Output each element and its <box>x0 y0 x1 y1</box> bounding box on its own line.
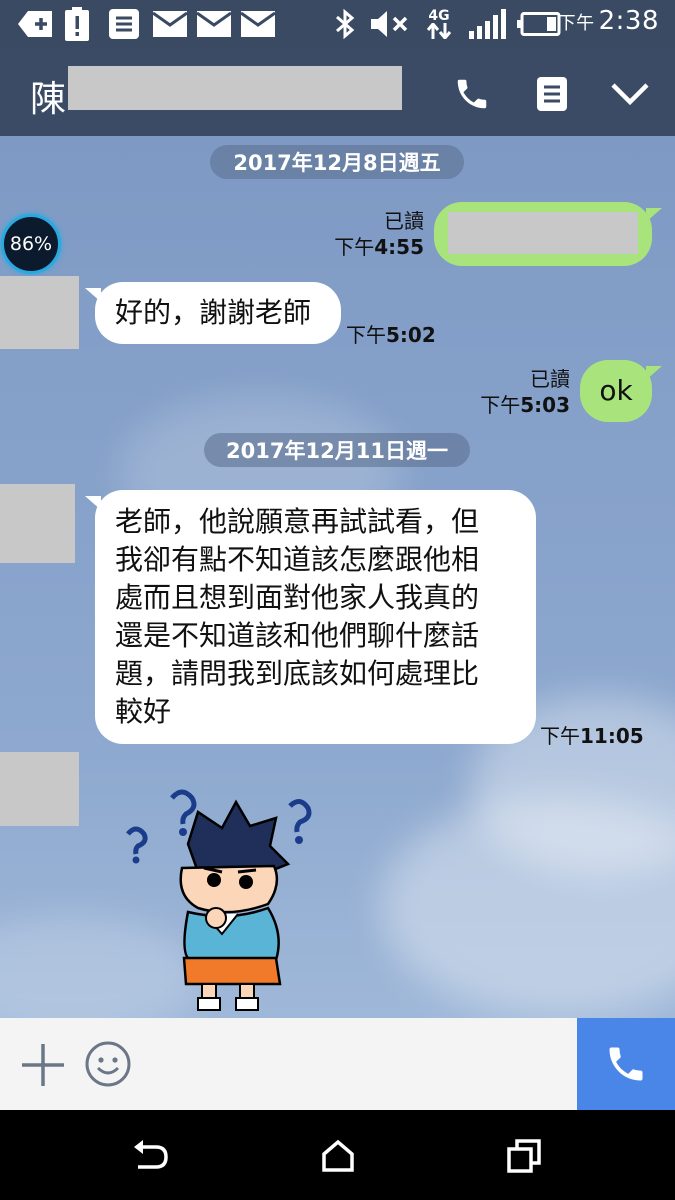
badge-percent: 86% <box>9 233 53 255</box>
message-line: 題，請問我到底該如何處理比 <box>115 657 480 690</box>
message-time: 5:02 <box>386 323 436 347</box>
back-icon <box>134 1140 168 1169</box>
sticker-button[interactable] <box>84 1040 132 1088</box>
read-receipt: 已讀 <box>384 209 424 233</box>
message-text: 好的，謝謝老師 <box>115 296 312 329</box>
date-separator: 2017年12月11日週一 <box>204 433 470 467</box>
volume-muted-icon <box>370 8 410 40</box>
message-input-bar <box>0 1018 675 1110</box>
outgoing-message-bubble[interactable]: ok <box>580 360 662 422</box>
redacted-name-block <box>68 66 402 110</box>
alert-battery-icon <box>64 7 90 41</box>
notes-icon <box>537 77 567 111</box>
message-line: 還是不知道該和他們聊什麼話 <box>115 619 480 652</box>
chat-header: 陳 <box>0 48 675 136</box>
chat-area[interactable]: 2017年12月8日週五 86% 已讀 下午4:55 好的，謝謝老師 下午5:0… <box>0 136 675 1018</box>
status-bar: 4G 下午 2:38 <box>0 0 675 48</box>
expand-menu-button[interactable] <box>608 72 652 116</box>
time-period: 下午 <box>480 393 521 417</box>
home-button[interactable] <box>314 1132 362 1180</box>
bluetooth-icon <box>334 8 356 40</box>
recent-apps-button[interactable] <box>500 1132 548 1180</box>
clock: 下午 2:38 <box>558 6 659 36</box>
mail-icon <box>240 8 276 40</box>
notes-button[interactable] <box>530 72 574 116</box>
home-icon <box>322 1139 354 1172</box>
message-time: 4:55 <box>374 235 424 259</box>
time-period: 下午 <box>334 235 375 259</box>
message-meta: 下午11:05 <box>540 723 650 749</box>
add-attachment-button[interactable] <box>20 1042 66 1088</box>
contact-avatar[interactable] <box>0 752 79 826</box>
phone-icon <box>609 1047 643 1081</box>
mail-icon <box>196 8 232 40</box>
contact-avatar[interactable] <box>0 276 79 349</box>
message-text: ok <box>599 374 633 407</box>
message-line: 處而且想到面對他家人我真的 <box>115 581 480 614</box>
signal-icon <box>468 8 508 40</box>
message-line: 老師，他說願意再試試看，但 <box>115 505 480 538</box>
emoji-icon <box>85 1041 131 1087</box>
phone-icon <box>457 79 487 109</box>
message-meta: 已讀 下午4:55 <box>320 208 424 260</box>
message-line: 較好 <box>115 695 172 728</box>
read-receipt: 已讀 <box>530 367 570 391</box>
add-notification-icon <box>18 8 52 40</box>
incoming-message-bubble[interactable]: 好的，謝謝老師 <box>85 282 341 344</box>
time-period: 下午 <box>540 724 580 748</box>
system-nav-bar <box>0 1110 675 1200</box>
chevron-down-icon <box>611 83 649 106</box>
confused-boy-sticker[interactable] <box>118 784 328 1014</box>
plus-icon <box>22 1044 64 1086</box>
voice-call-button[interactable] <box>450 72 494 116</box>
call-button[interactable] <box>577 1018 675 1110</box>
clock-period: 下午 <box>557 13 595 34</box>
time-period: 下午 <box>346 323 386 347</box>
incoming-message-bubble[interactable]: 老師，他說願意再試試看，但 我卻有點不知道該怎麼跟他相 處而且想到面對他家人我真… <box>85 490 536 744</box>
back-button[interactable] <box>126 1132 174 1180</box>
message-meta: 已讀 下午5:03 <box>470 366 570 418</box>
notes-icon <box>108 8 140 40</box>
mail-icon <box>152 8 188 40</box>
clock-time: 2:38 <box>598 6 659 36</box>
contact-name: 陳 <box>30 79 67 120</box>
redacted-message-block <box>448 212 638 254</box>
message-time: 11:05 <box>580 724 644 748</box>
performance-badge[interactable]: 86% <box>1 214 61 274</box>
message-meta: 下午5:02 <box>346 322 436 348</box>
message-time: 5:03 <box>520 393 570 417</box>
message-input[interactable] <box>150 1032 560 1096</box>
date-separator: 2017年12月8日週五 <box>210 145 464 179</box>
recent-apps-icon <box>507 1139 541 1173</box>
message-line: 我卻有點不知道該怎麼跟他相 <box>115 543 480 576</box>
battery-icon <box>516 8 562 40</box>
network-4g-icon: 4G <box>424 8 454 40</box>
outgoing-message-bubble[interactable] <box>434 202 662 266</box>
contact-avatar[interactable] <box>0 484 75 563</box>
network-label: 4G <box>428 8 450 24</box>
